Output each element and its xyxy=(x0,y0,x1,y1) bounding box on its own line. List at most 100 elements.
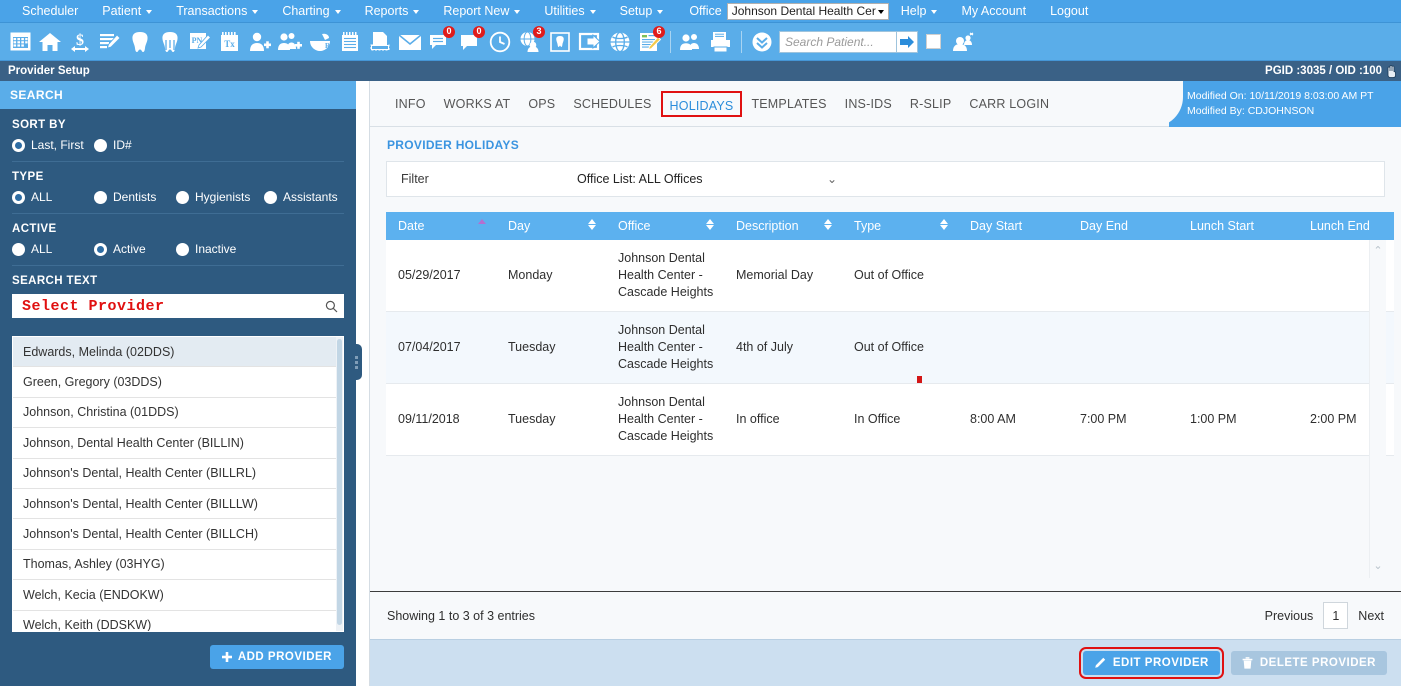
list-item[interactable]: Johnson's Dental, Health Center (BILLLW) xyxy=(13,489,343,520)
list-item[interactable]: Johnson, Christina (01DDS) xyxy=(13,398,343,429)
sort-arrows-icon[interactable] xyxy=(478,219,486,224)
list-item[interactable]: Edwards, Melinda (02DDS) xyxy=(13,337,343,368)
chat-bubble-icon[interactable]: 0 xyxy=(455,25,485,57)
messages-icon[interactable]: 0 xyxy=(425,25,455,57)
list-item[interactable]: Welch, Keith (DDSKW) xyxy=(13,611,343,631)
menu-item-charting[interactable]: Charting xyxy=(270,0,352,23)
sort-arrows-icon[interactable] xyxy=(824,219,832,230)
tab-carr-login[interactable]: CARR LOGIN xyxy=(960,91,1058,117)
menu-item-patient[interactable]: Patient xyxy=(90,0,164,23)
search-patient-input[interactable]: Search Patient... xyxy=(779,30,897,53)
table-row[interactable]: 09/11/2018 Tuesday Johnson Dental Health… xyxy=(386,383,1394,456)
tooth-perio-icon[interactable] xyxy=(155,27,185,57)
export-screen-icon[interactable] xyxy=(575,27,605,57)
column-header-type[interactable]: Type xyxy=(842,212,958,240)
patient-group-icon[interactable] xyxy=(949,27,979,57)
radio-type-hygienists[interactable]: Hygienists xyxy=(176,190,264,204)
menu-item-report-new[interactable]: Report New xyxy=(431,0,532,23)
tab-ins-ids[interactable]: INS-IDS xyxy=(836,91,901,117)
list-item[interactable]: Johnson's Dental, Health Center (BILLCH) xyxy=(13,519,343,550)
column-header-date[interactable]: Date xyxy=(386,212,496,240)
radio-active-all[interactable]: ALL xyxy=(12,242,94,256)
tab-r-slip[interactable]: R-SLIP xyxy=(901,91,961,117)
tooth-frame-icon[interactable] xyxy=(545,27,575,57)
page-number-button[interactable]: 1 xyxy=(1323,602,1349,629)
collapse-chevrons-icon[interactable] xyxy=(747,27,777,57)
column-header-day-start[interactable]: Day Start xyxy=(958,212,1068,240)
column-header-lunch-end[interactable]: Lunch End xyxy=(1298,212,1394,240)
ledger-edit-icon[interactable]: 6 xyxy=(635,25,665,57)
radio-active-inactive[interactable]: Inactive xyxy=(176,242,236,256)
chevron-up-icon[interactable]: ⌃ xyxy=(1373,246,1382,257)
radio-active-active[interactable]: Active xyxy=(94,242,176,256)
menu-item-utilities[interactable]: Utilities xyxy=(532,0,607,23)
office-select[interactable]: Johnson Dental Health Cer xyxy=(726,2,889,20)
list-item[interactable]: Welch, Kecia (ENDOKW) xyxy=(13,580,343,611)
envelope-mail-icon[interactable] xyxy=(395,27,425,57)
menu-item-reports[interactable]: Reports xyxy=(353,0,432,23)
menu-item-transactions[interactable]: Transactions xyxy=(164,0,270,23)
home-icon[interactable] xyxy=(35,27,65,57)
provider-list-scrollbar[interactable] xyxy=(336,337,343,631)
list-item[interactable]: Thomas, Ashley (03HYG) xyxy=(13,550,343,581)
add-family-icon[interactable] xyxy=(275,27,305,57)
treatment-plan-icon[interactable]: Tx xyxy=(215,27,245,57)
table-row[interactable]: 07/04/2017 Tuesday Johnson Dental Health… xyxy=(386,311,1394,384)
globe-icon[interactable] xyxy=(605,27,635,57)
delete-provider-button[interactable]: DELETE PROVIDER xyxy=(1230,651,1387,675)
notes-edit-icon[interactable] xyxy=(95,27,125,57)
scrollbar-thumb[interactable] xyxy=(337,339,342,625)
tooth-icon[interactable] xyxy=(125,27,155,57)
office-filter-bar[interactable]: Filter Office List: ALL Offices ⌄ xyxy=(386,161,1385,197)
previous-page-button[interactable]: Previous xyxy=(1265,609,1314,623)
sort-arrows-icon[interactable] xyxy=(706,219,714,230)
users-icon[interactable] xyxy=(676,27,706,57)
sort-arrows-icon[interactable] xyxy=(588,219,596,230)
prescription-rx-icon[interactable]: Rx xyxy=(305,27,335,57)
tab-ops[interactable]: OPS xyxy=(519,91,564,117)
provider-list[interactable]: Edwards, Melinda (02DDS) Green, Gregory … xyxy=(12,336,344,632)
clock-icon[interactable] xyxy=(485,27,515,57)
notepad-icon[interactable] xyxy=(335,27,365,57)
menu-item-scheduler[interactable]: Scheduler xyxy=(0,0,90,23)
column-header-day-end[interactable]: Day End xyxy=(1068,212,1178,240)
radio-type-all[interactable]: ALL xyxy=(12,190,94,204)
next-page-button[interactable]: Next xyxy=(1358,609,1384,623)
menu-item-setup[interactable]: Setup xyxy=(608,0,676,23)
tab-templates[interactable]: TEMPLATES xyxy=(742,91,835,117)
column-header-office[interactable]: Office xyxy=(606,212,724,240)
chevron-down-icon[interactable]: ⌄ xyxy=(1373,561,1382,572)
tab-works-at[interactable]: WORKS AT xyxy=(435,91,520,117)
column-header-description[interactable]: Description xyxy=(724,212,842,240)
list-item[interactable]: Green, Gregory (03DDS) xyxy=(13,367,343,398)
column-header-day[interactable]: Day xyxy=(496,212,606,240)
sort-arrows-icon[interactable] xyxy=(940,219,948,230)
radio-sort-last-first[interactable]: Last, First xyxy=(12,138,94,152)
table-scrollbar[interactable]: ⌃ ⌄ xyxy=(1369,240,1386,578)
list-item[interactable]: Johnson's Dental, Health Center (BILLRL) xyxy=(13,459,343,489)
add-provider-button[interactable]: ADD PROVIDER xyxy=(209,645,344,669)
radio-type-dentists[interactable]: Dentists xyxy=(94,190,176,204)
search-provider-input[interactable]: Select Provider xyxy=(12,294,344,318)
tab-info[interactable]: INFO xyxy=(386,91,435,117)
add-patient-icon[interactable] xyxy=(245,27,275,57)
menu-item-help[interactable]: Help xyxy=(889,0,950,23)
blank-toggle-box[interactable] xyxy=(926,34,941,49)
print-document-icon[interactable] xyxy=(365,27,395,57)
dollar-transfer-icon[interactable]: $ xyxy=(65,27,95,57)
print-batch-icon[interactable] xyxy=(706,27,736,57)
perio-pen-icon[interactable]: PN xyxy=(185,27,215,57)
global-patient-icon[interactable]: 3 xyxy=(515,25,545,57)
menu-item-my-account[interactable]: My Account xyxy=(949,0,1038,23)
list-item[interactable]: Johnson, Dental Health Center (BILLIN) xyxy=(13,428,343,459)
tab-holidays[interactable]: HOLIDAYS xyxy=(660,90,743,117)
radio-type-assistants[interactable]: Assistants xyxy=(264,190,338,204)
edit-provider-button[interactable]: EDIT PROVIDER xyxy=(1078,647,1224,679)
search-go-button[interactable] xyxy=(896,30,918,53)
radio-sort-id[interactable]: ID# xyxy=(94,138,132,152)
sidebar-drag-handle[interactable] xyxy=(351,344,362,380)
calendar-grid-icon[interactable] xyxy=(5,27,35,57)
table-row[interactable]: 05/29/2017 Monday Johnson Dental Health … xyxy=(386,240,1394,312)
tab-schedules[interactable]: SCHEDULES xyxy=(564,91,660,117)
column-header-lunch-start[interactable]: Lunch Start xyxy=(1178,212,1298,240)
